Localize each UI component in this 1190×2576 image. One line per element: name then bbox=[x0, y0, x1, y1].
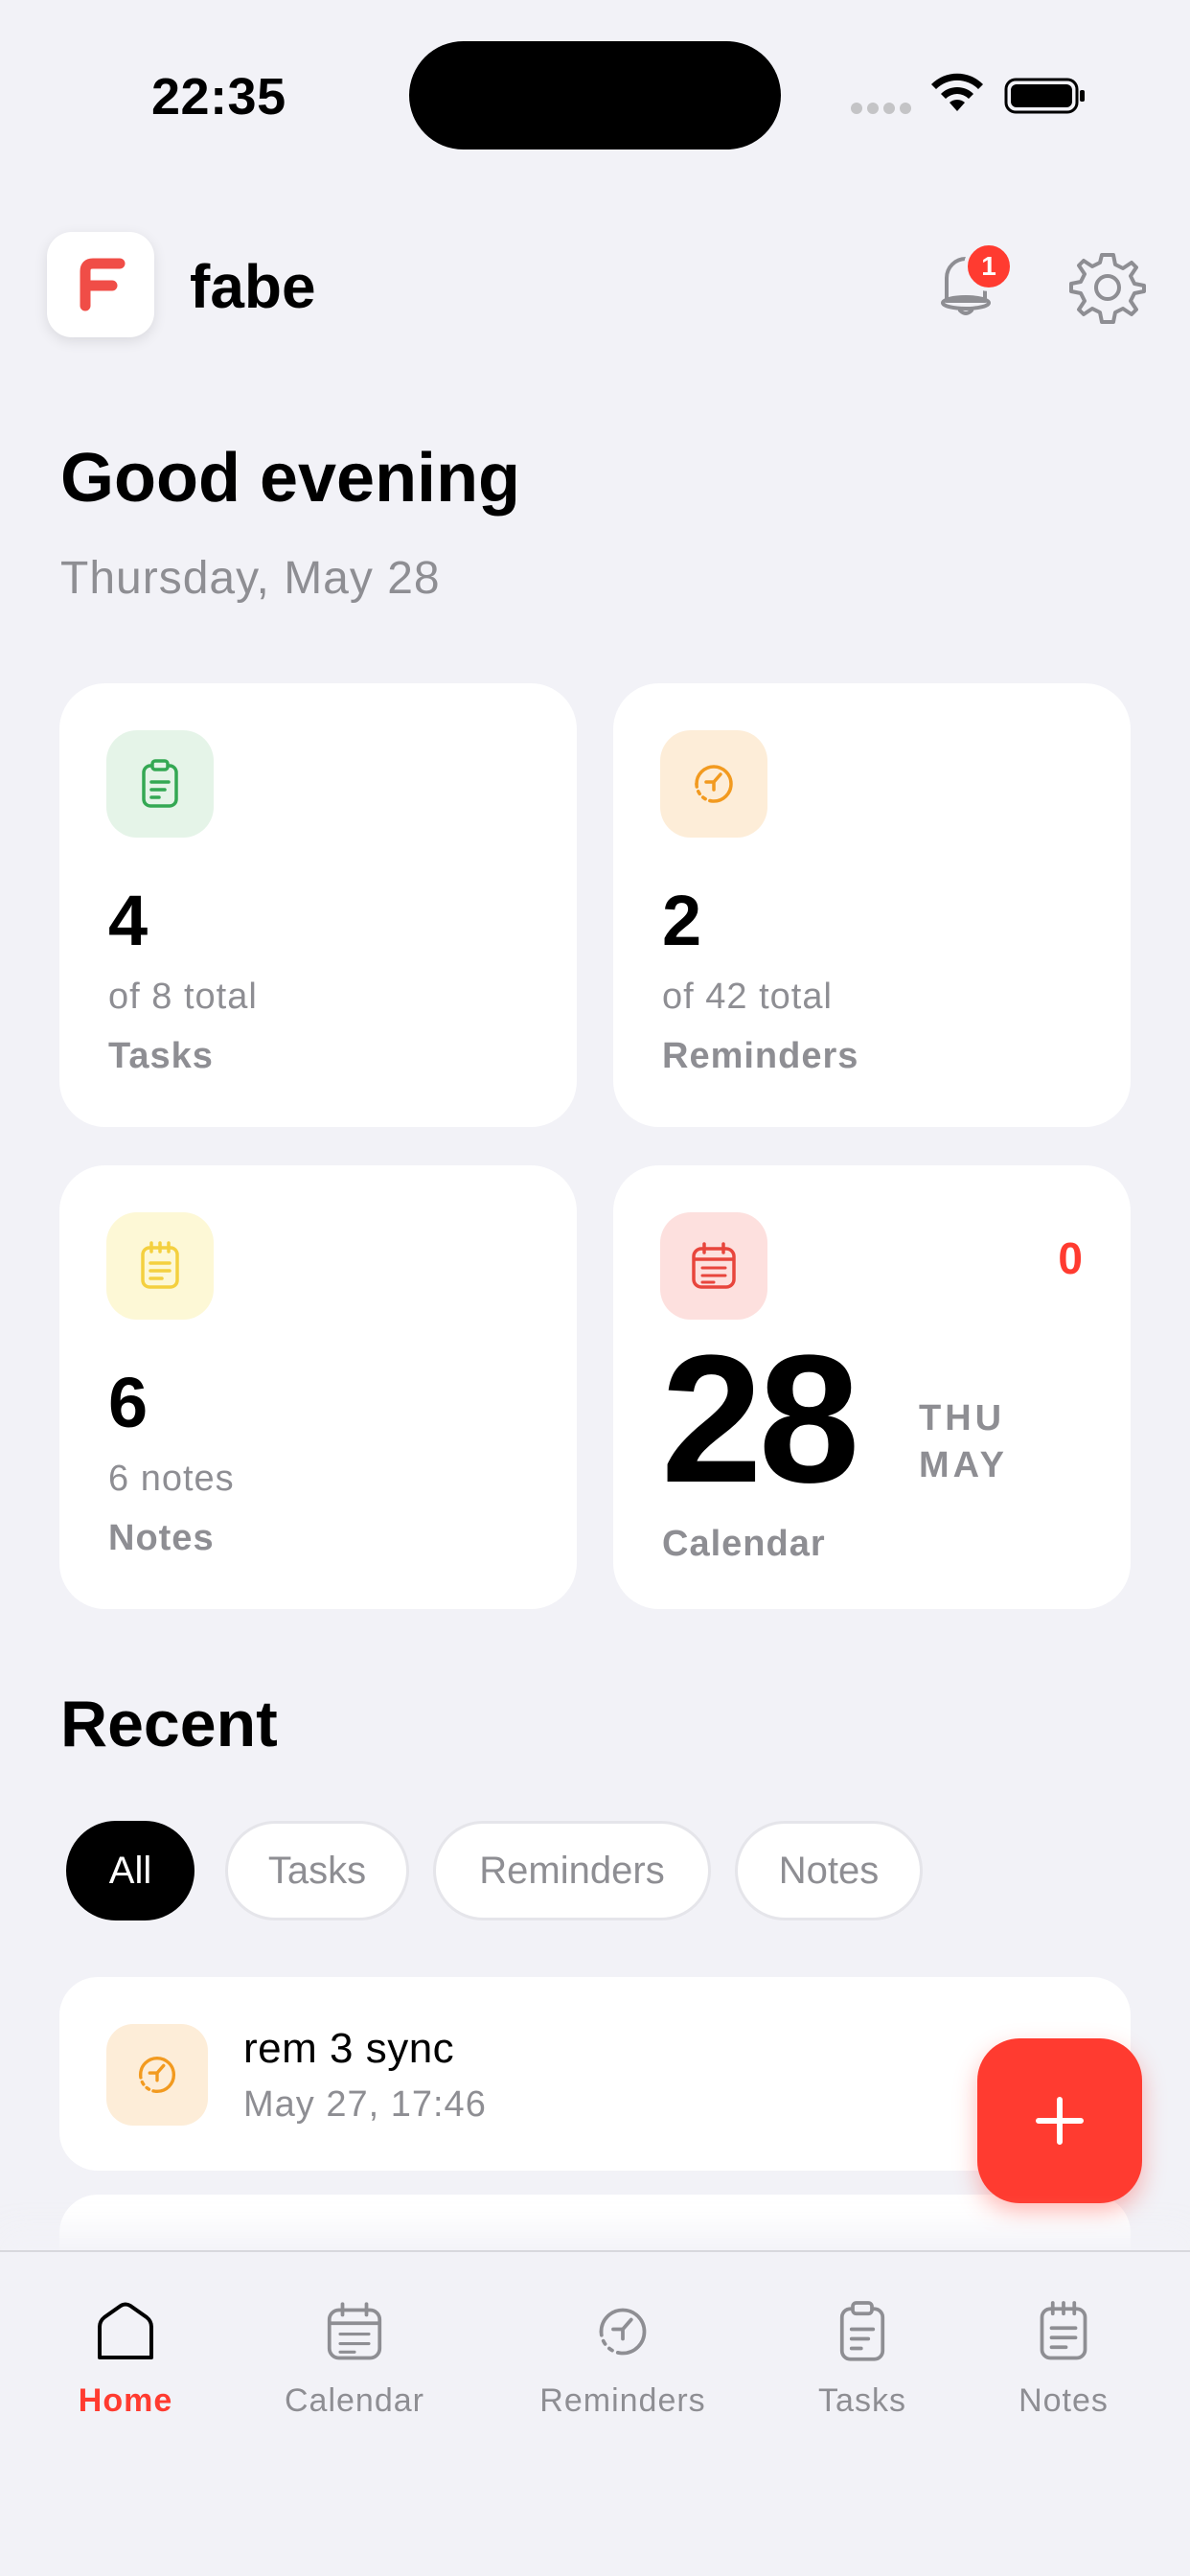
recent-item-title: rem 3 sync bbox=[243, 2025, 455, 2072]
calendar-card[interactable]: 0 28 THU MAY Calendar bbox=[613, 1165, 1131, 1609]
tab-tasks-label: Tasks bbox=[818, 2382, 906, 2419]
tab-calendar[interactable]: Calendar bbox=[278, 2298, 431, 2442]
cellular-signal-icon bbox=[851, 103, 912, 116]
reminders-count: 2 bbox=[662, 881, 702, 960]
reminders-card-icon-bg bbox=[660, 730, 767, 838]
clipboard-icon bbox=[839, 2301, 885, 2361]
tab-reminders[interactable]: Reminders bbox=[532, 2298, 714, 2442]
reminder-icon bbox=[695, 765, 733, 803]
recent-list-item[interactable]: rem 3 sync May 27, 17:46 bbox=[59, 1977, 1131, 2171]
tab-notes[interactable]: Notes bbox=[1006, 2298, 1121, 2442]
notes-card-icon-bg bbox=[106, 1212, 214, 1320]
reminder-icon bbox=[138, 2056, 176, 2094]
tasks-count: 4 bbox=[108, 881, 149, 960]
clipboard-icon bbox=[142, 759, 178, 808]
tab-home-label: Home bbox=[78, 2382, 173, 2419]
tab-calendar-label: Calendar bbox=[285, 2382, 424, 2419]
notepad-icon bbox=[141, 1241, 179, 1289]
home-icon bbox=[98, 2302, 153, 2359]
current-date: Thursday, May 28 bbox=[60, 553, 441, 604]
tab-reminders-label: Reminders bbox=[539, 2382, 706, 2419]
calendar-card-icon-bg bbox=[660, 1212, 767, 1320]
recent-item-icon-bg bbox=[106, 2024, 208, 2126]
notification-badge: 1 bbox=[964, 242, 1014, 291]
dynamic-island bbox=[409, 41, 781, 150]
recent-section-title: Recent bbox=[60, 1688, 278, 1760]
calendar-month: MAY bbox=[919, 1445, 1008, 1485]
reminder-icon bbox=[599, 2308, 647, 2356]
recent-item-time: May 27, 17:46 bbox=[243, 2084, 487, 2125]
notes-card[interactable]: 6 6 notes Notes bbox=[59, 1165, 577, 1609]
calendar-label: Calendar bbox=[662, 1524, 826, 1564]
status-bar: 22:35 bbox=[0, 0, 1190, 192]
tab-tasks[interactable]: Tasks bbox=[805, 2298, 920, 2442]
status-time: 22:35 bbox=[151, 68, 286, 126]
plus-icon bbox=[1036, 2097, 1084, 2145]
tasks-label: Tasks bbox=[108, 1036, 214, 1076]
filter-chip-tasks[interactable]: Tasks bbox=[225, 1821, 409, 1920]
app-logo bbox=[47, 232, 154, 337]
tab-home[interactable]: Home bbox=[63, 2298, 188, 2442]
calendar-weekday: THU bbox=[919, 1398, 1006, 1438]
greeting-title: Good evening bbox=[60, 440, 521, 517]
tasks-card[interactable]: 4 of 8 total Tasks bbox=[59, 683, 577, 1127]
reminders-card[interactable]: 2 of 42 total Reminders bbox=[613, 683, 1131, 1127]
settings-gear-icon[interactable] bbox=[1069, 249, 1146, 326]
reminders-total: of 42 total bbox=[662, 977, 833, 1017]
notepad-icon bbox=[1040, 2301, 1087, 2360]
app-name: fabe bbox=[190, 252, 316, 321]
filter-chip-reminders[interactable]: Reminders bbox=[433, 1821, 711, 1920]
wifi-icon bbox=[931, 73, 983, 111]
filter-chip-all[interactable]: All bbox=[66, 1821, 195, 1920]
tab-notes-label: Notes bbox=[1018, 2382, 1109, 2419]
reminders-label: Reminders bbox=[662, 1036, 859, 1076]
logo-f-icon bbox=[80, 258, 126, 311]
notes-total: 6 notes bbox=[108, 1459, 235, 1499]
add-button[interactable] bbox=[977, 2038, 1142, 2203]
tasks-card-icon-bg bbox=[106, 730, 214, 838]
tasks-total: of 8 total bbox=[108, 977, 258, 1017]
calendar-event-count: 0 bbox=[1058, 1233, 1083, 1283]
calendar-icon bbox=[327, 2302, 382, 2360]
filter-chip-notes[interactable]: Notes bbox=[735, 1821, 923, 1920]
calendar-icon bbox=[692, 1242, 736, 1289]
calendar-day-number: 28 bbox=[661, 1318, 859, 1521]
notes-label: Notes bbox=[108, 1518, 215, 1558]
tab-bar: Home Calendar Reminders Tasks Notes bbox=[0, 2250, 1190, 2576]
notes-count: 6 bbox=[108, 1363, 149, 1442]
battery-icon bbox=[1004, 78, 1085, 114]
